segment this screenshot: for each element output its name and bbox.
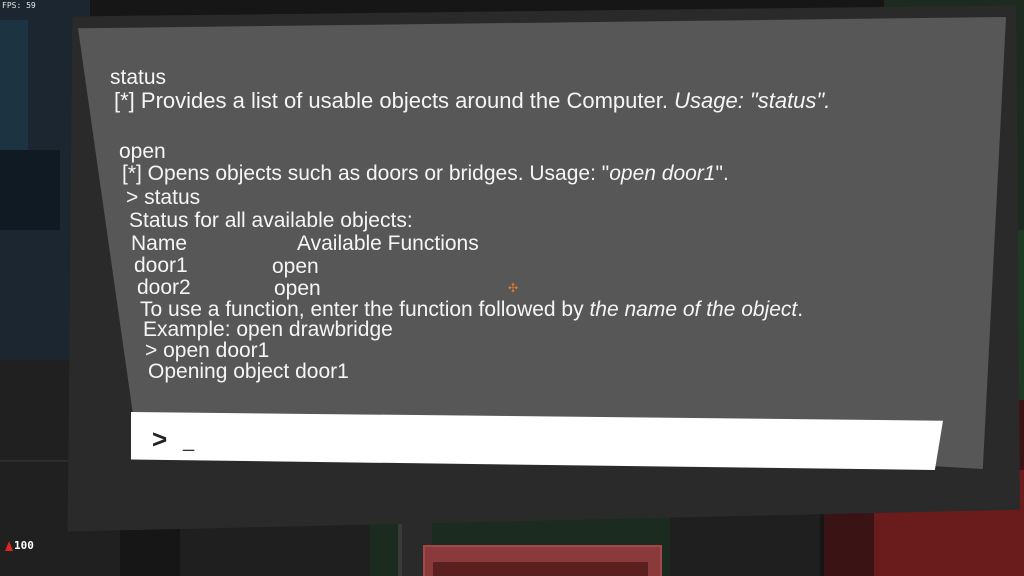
terminal-column-name: Name xyxy=(131,232,188,255)
terminal-line-input-status: > status xyxy=(126,186,201,209)
fps-counter: FPS: 59 xyxy=(2,1,36,10)
health-warning-icon xyxy=(5,540,13,551)
terminal-line-example: Example: open drawbridge xyxy=(143,318,393,341)
crosshair-icon: ✣ xyxy=(508,281,519,295)
game-scene: status [*] Provides a list of usable obj… xyxy=(0,0,1024,576)
terminal-line-command-open: open xyxy=(119,140,166,163)
terminal-line-status-help: [*] Provides a list of usable objects ar… xyxy=(114,88,831,113)
terminal-row-door1-function: open xyxy=(272,255,319,278)
health-indicator: 100 xyxy=(5,539,34,552)
terminal-line-open-help: [*] Opens objects such as doors or bridg… xyxy=(122,162,729,185)
prompt-symbol: > xyxy=(152,424,168,454)
health-value: 100 xyxy=(14,539,34,552)
red-keyboard-inner xyxy=(433,562,648,576)
terminal-line-input-open: > open door1 xyxy=(145,339,270,362)
terminal-line-command-status: status xyxy=(110,66,167,89)
terminal-row-door2-name: door2 xyxy=(137,276,191,299)
text-cursor: _ xyxy=(183,430,195,452)
background-window-left xyxy=(0,20,28,150)
terminal-row-door2-function: open xyxy=(274,277,321,300)
terminal-column-functions: Available Functions xyxy=(297,232,479,255)
terminal-screen xyxy=(78,17,1006,469)
terminal-line-opening-result: Opening object door1 xyxy=(148,360,349,383)
background-panel-left xyxy=(0,150,60,230)
terminal-line-status-header: Status for all available objects: xyxy=(129,209,413,232)
terminal-row-door1-name: door1 xyxy=(134,254,188,277)
